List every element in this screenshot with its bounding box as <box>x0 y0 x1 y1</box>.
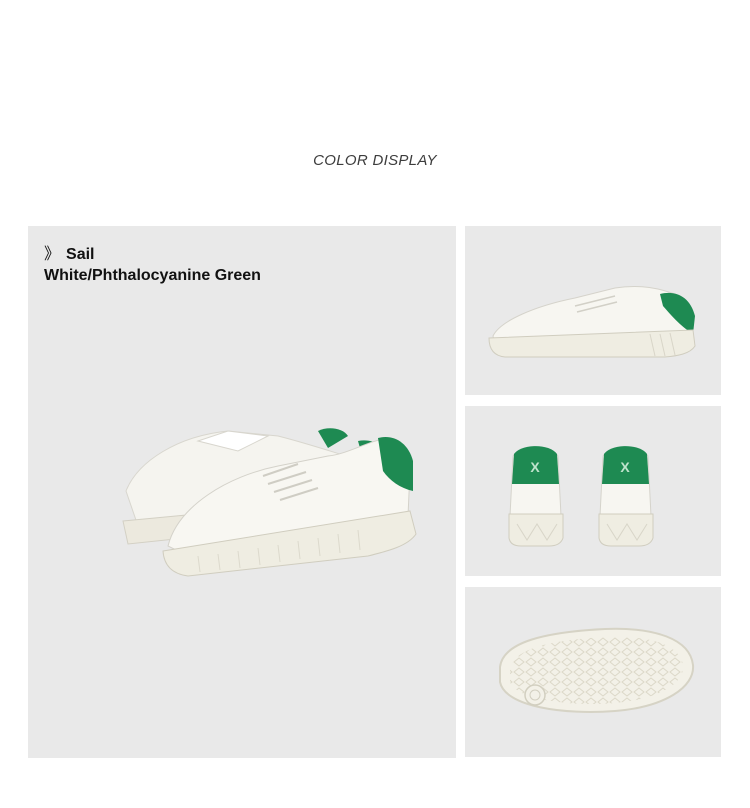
main-product-image: 》 Sail White/Phthalocyanine Green <box>28 226 456 758</box>
left-heel: X <box>508 446 564 547</box>
shoe-side-illustration <box>488 285 696 358</box>
colorway-name: Sail <box>66 246 95 263</box>
colorway-caption: 》 Sail White/Phthalocyanine Green <box>44 244 261 286</box>
shoe-rear-illustration: X X <box>508 446 654 547</box>
svg-text:X: X <box>620 459 630 475</box>
bullet-arrow-icon: 》 <box>44 246 61 263</box>
shoe-pair-illustration <box>122 428 417 577</box>
rear-view-image: X X <box>465 406 721 576</box>
colorway-description: White/Phthalocyanine Green <box>44 267 261 284</box>
shoe-outsole-illustration <box>499 627 695 713</box>
right-heel: X <box>598 446 654 547</box>
section-title: COLOR DISPLAY <box>313 152 437 169</box>
svg-text:X: X <box>530 459 540 475</box>
side-view-image <box>465 226 721 395</box>
outsole-view-image <box>465 587 721 757</box>
